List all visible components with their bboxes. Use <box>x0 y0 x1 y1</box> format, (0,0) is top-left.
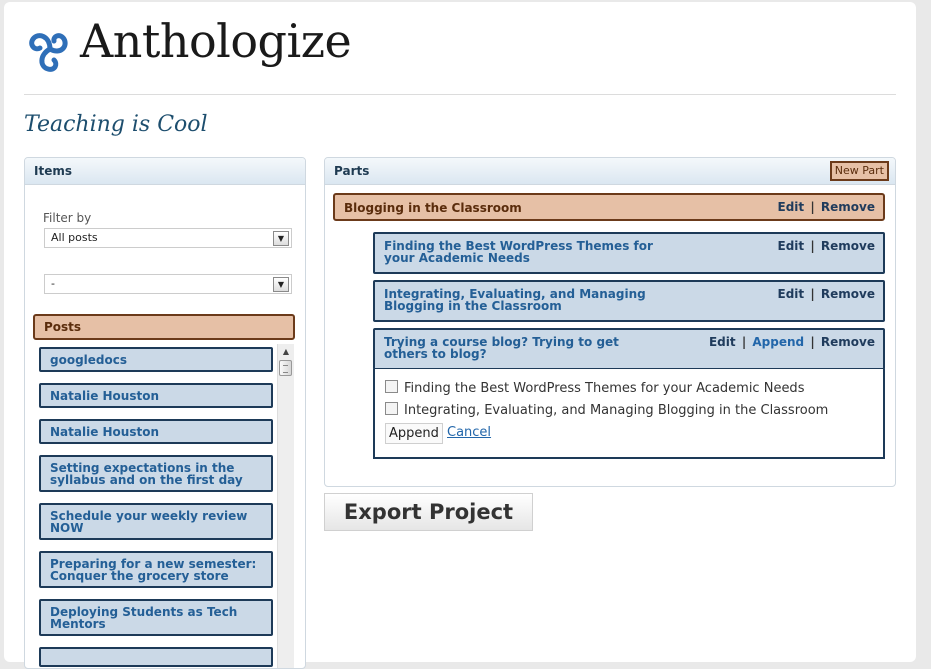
parts-panel: Parts New Part Blogging in the Classroom… <box>324 157 896 487</box>
edit-part-link[interactable]: Edit <box>778 200 805 214</box>
list-item[interactable]: Schedule your weekly review NOW <box>39 503 273 540</box>
list-item[interactable]: Natalie Houston <box>39 419 273 444</box>
append-option-label: Finding the Best WordPress Themes for yo… <box>404 381 805 396</box>
parts-panel-header: Parts <box>325 158 895 185</box>
part-item-title: Trying a course blog? Trying to get othe… <box>384 335 619 361</box>
export-project-button[interactable]: Export Project <box>324 493 533 531</box>
separator: | <box>741 335 747 349</box>
part-item[interactable]: Integrating, Evaluating, and Managing Bl… <box>373 280 885 322</box>
append-panel: Finding the Best WordPress Themes for yo… <box>373 369 885 459</box>
items-panel: Items Filter by All posts ▼ - ▼ Posts go… <box>24 157 306 669</box>
remove-item-link[interactable]: Remove <box>821 239 875 253</box>
append-option-label: Integrating, Evaluating, and Managing Bl… <box>404 403 829 418</box>
part-item-actions: Edit | Remove <box>778 239 876 253</box>
list-item[interactable]: Natalie Houston <box>39 383 273 408</box>
part-actions: Edit | Remove <box>778 200 876 214</box>
filter-label: Filter by <box>43 211 92 225</box>
part-item[interactable]: Trying a course blog? Trying to get othe… <box>373 328 885 370</box>
header-divider <box>24 94 896 95</box>
separator: | <box>810 335 815 349</box>
list-item[interactable] <box>39 647 273 667</box>
append-option[interactable]: Integrating, Evaluating, and Managing Bl… <box>385 402 828 418</box>
chevron-down-icon[interactable]: ▼ <box>273 277 289 292</box>
part-item-title: Finding the Best WordPress Themes for yo… <box>384 239 653 265</box>
posts-list: googledocs Natalie Houston Natalie Houst… <box>33 344 295 668</box>
list-item[interactable]: Setting expectations in the syllabus and… <box>39 455 273 492</box>
checkbox[interactable] <box>385 380 398 393</box>
project-title: Teaching is Cool <box>24 112 208 137</box>
remove-item-link[interactable]: Remove <box>821 335 875 349</box>
edit-item-link[interactable]: Edit <box>709 335 736 349</box>
separator: | <box>810 287 815 301</box>
triskelion-icon <box>29 33 68 72</box>
secondary-filter-value: - <box>51 277 55 290</box>
site-name: Anthologize <box>80 14 352 68</box>
append-button[interactable]: Append <box>385 423 443 444</box>
list-item[interactable]: googledocs <box>39 347 273 372</box>
posts-scrollbar[interactable]: ▲ <box>277 344 294 668</box>
edit-item-link[interactable]: Edit <box>778 287 805 301</box>
items-panel-header: Items <box>25 158 305 185</box>
edit-item-link[interactable]: Edit <box>778 239 805 253</box>
list-item[interactable]: Deploying Students as Tech Mentors <box>39 599 273 636</box>
page: Anthologize Teaching is Cool Items Filte… <box>4 2 916 669</box>
secondary-filter-select[interactable]: - ▼ <box>44 274 292 294</box>
list-item[interactable]: Preparing for a new semester: Conquer th… <box>39 551 273 588</box>
posts-section-header[interactable]: Posts <box>33 314 295 340</box>
cancel-link[interactable]: Cancel <box>447 425 491 440</box>
chevron-down-icon[interactable]: ▼ <box>273 231 289 246</box>
part-item-title: Integrating, Evaluating, and Managing Bl… <box>384 287 646 313</box>
filter-select[interactable]: All posts ▼ <box>44 228 292 248</box>
new-part-button[interactable]: New Part <box>829 161 889 181</box>
part-row[interactable]: Blogging in the Classroom Edit | Remove <box>333 193 885 221</box>
part-item-actions: Edit | Append | Remove <box>709 335 875 349</box>
remove-item-link[interactable]: Remove <box>821 287 875 301</box>
separator: | <box>810 239 815 253</box>
part-title: Blogging in the Classroom <box>344 201 522 215</box>
remove-part-link[interactable]: Remove <box>821 200 875 214</box>
part-item[interactable]: Finding the Best WordPress Themes for yo… <box>373 232 885 274</box>
append-option[interactable]: Finding the Best WordPress Themes for yo… <box>385 380 804 396</box>
part-item-actions: Edit | Remove <box>778 287 876 301</box>
filter-select-value: All posts <box>51 231 98 244</box>
scroll-up-icon[interactable]: ▲ <box>278 346 294 358</box>
parts-panel-title: Parts <box>334 164 370 178</box>
checkbox[interactable] <box>385 402 398 415</box>
append-item-link[interactable]: Append <box>752 335 804 349</box>
scroll-thumb[interactable] <box>279 360 292 376</box>
separator: | <box>810 200 815 214</box>
